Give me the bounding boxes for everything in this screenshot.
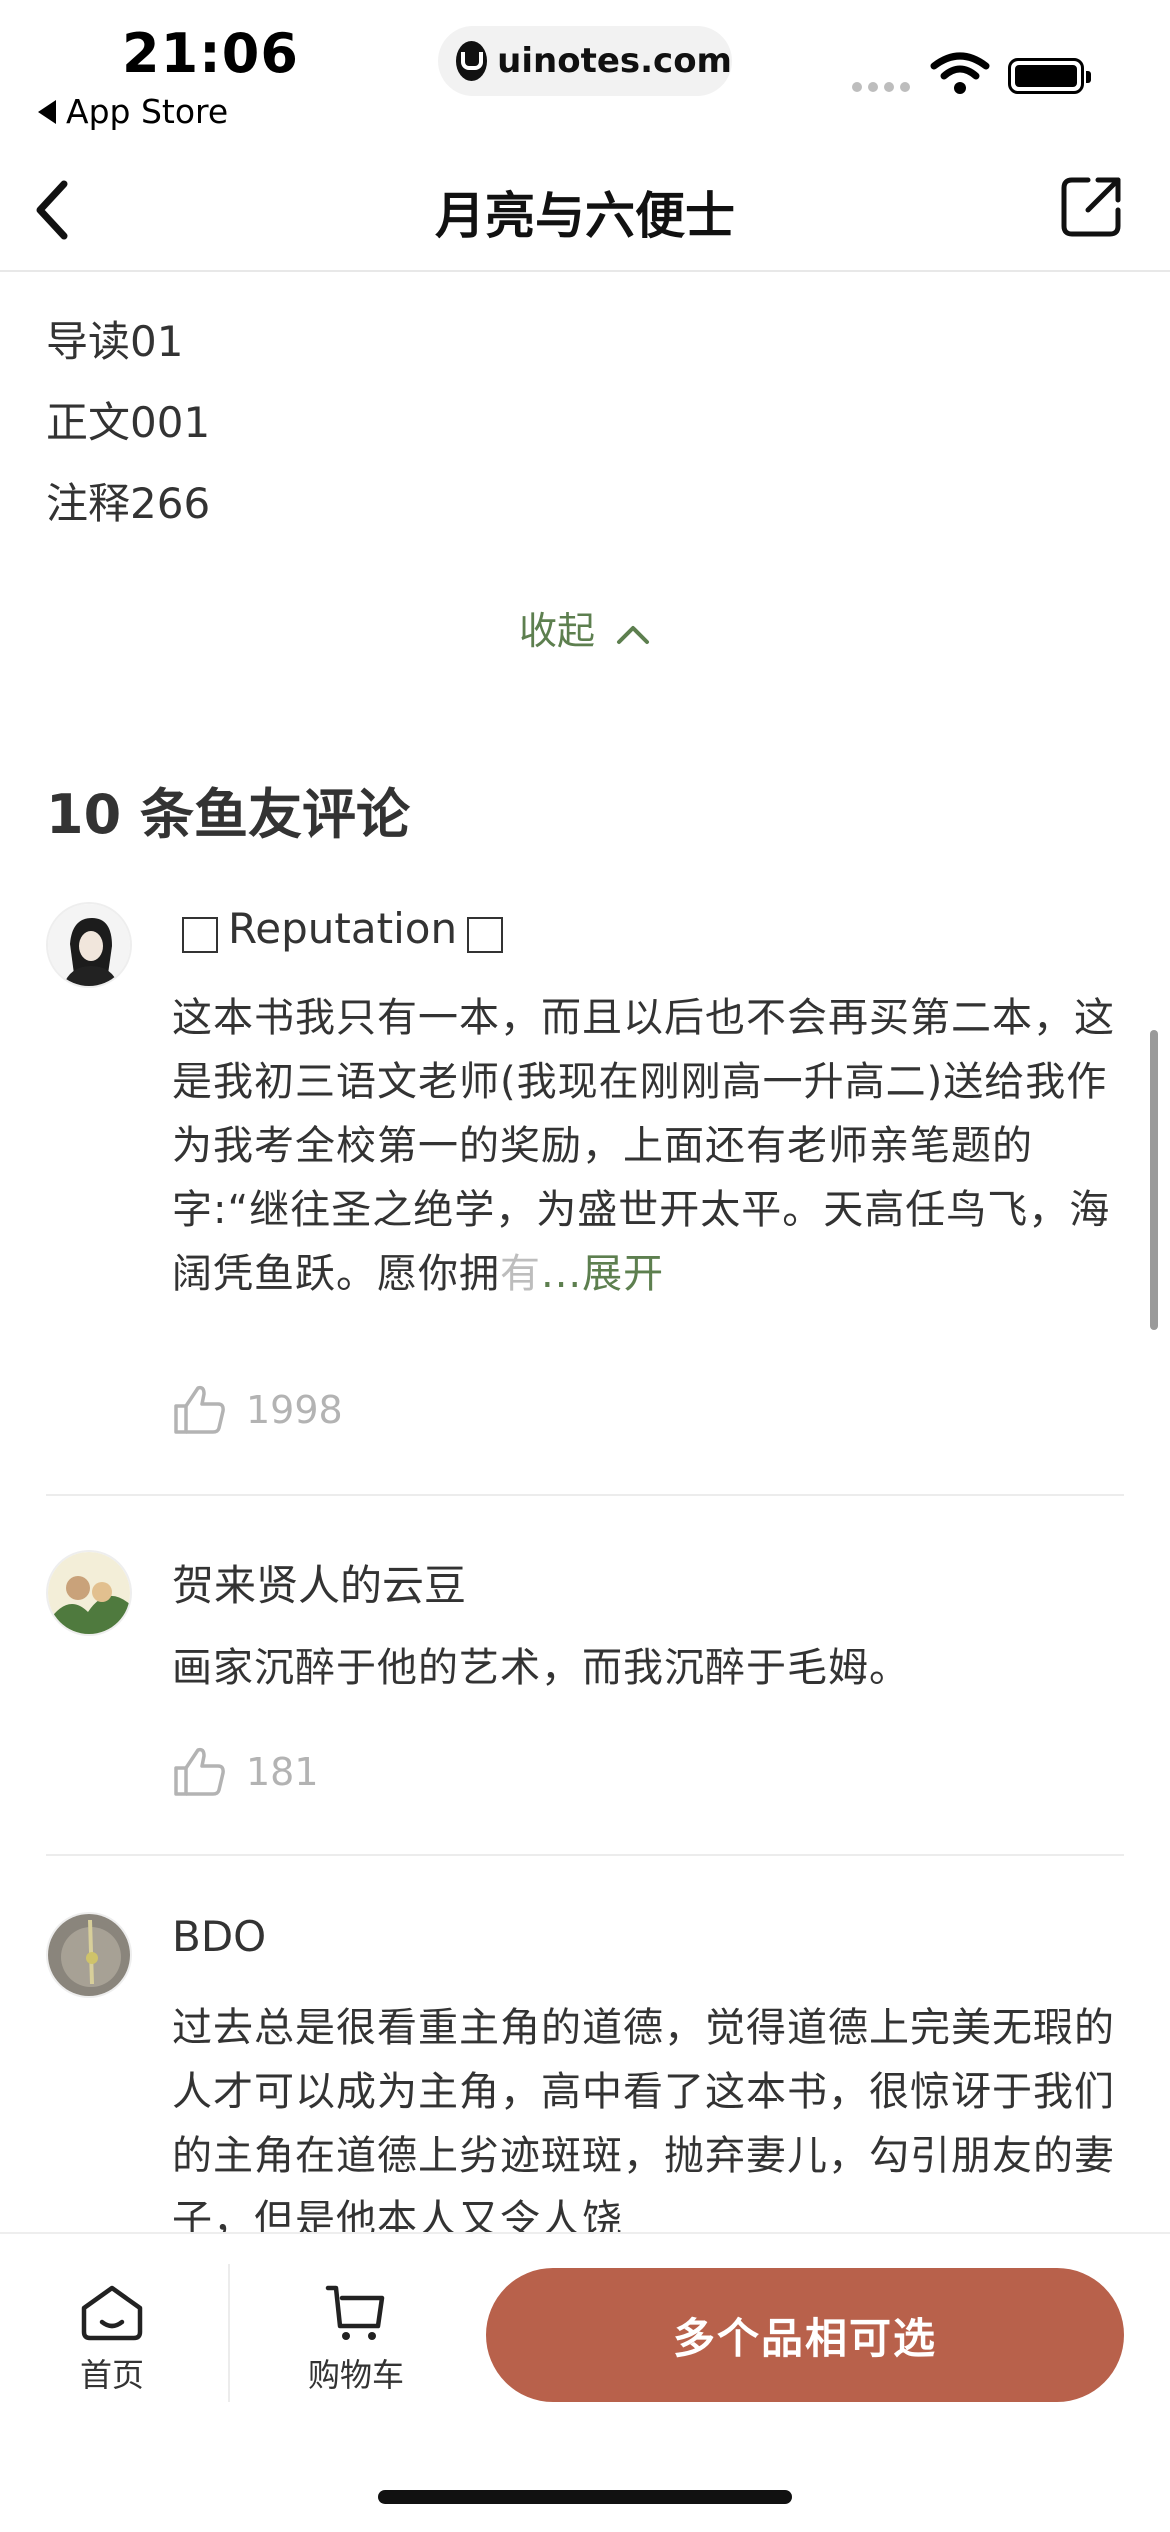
toc-item[interactable]: 注释266	[46, 474, 210, 555]
home-indicator	[378, 2490, 792, 2504]
cart-icon	[325, 2285, 385, 2340]
back-app-label: App Store	[66, 92, 229, 131]
avatar[interactable]	[46, 902, 132, 988]
url-text: uinotes.com	[497, 41, 732, 81]
emoji-placeholder-icon	[182, 917, 218, 953]
url-pill[interactable]: uinotes.com	[438, 26, 732, 96]
comment-item: BDO 过去总是很看重主角的道德，觉得道德上完美无瑕的人才可以成为主角，高中看了…	[0, 1910, 1170, 2232]
cart-tab-label: 购物车	[307, 2356, 404, 2394]
cart-tab[interactable]: 购物车	[296, 2282, 416, 2396]
toc-item[interactable]: 正文001	[46, 393, 210, 474]
status-bar: 21:06 App Store uinotes.com	[0, 0, 1170, 150]
home-tab[interactable]: 首页	[52, 2282, 172, 2396]
comment-username[interactable]: Reputation	[172, 904, 513, 953]
comment-text: 过去总是很看重主角的道德，觉得道德上完美无瑕的人才可以成为主角，高中看了这本书，…	[172, 2005, 1115, 2232]
avatar[interactable]	[46, 1550, 132, 1636]
thumb-up-icon	[174, 1747, 225, 1796]
like-count: 1998	[246, 1388, 343, 1432]
toc-item[interactable]: 导读01	[46, 312, 210, 393]
nav-bar: 月亮与六便士	[0, 150, 1170, 272]
divider	[46, 1854, 1124, 1856]
collapse-label: 收起	[518, 609, 595, 653]
toc-list: 导读01 正文001 注释266	[46, 312, 210, 555]
comment-username[interactable]: 贺来贤人的云豆	[172, 1552, 466, 1613]
comments-section-title: 10 条鱼友评论	[46, 783, 410, 846]
share-icon[interactable]	[1058, 174, 1124, 240]
signal-icon	[852, 82, 910, 92]
expand-link[interactable]: ...展开	[541, 1251, 664, 1297]
status-time: 21:06	[122, 22, 299, 85]
back-to-app-link[interactable]: App Store	[38, 92, 228, 131]
home-tab-label: 首页	[79, 2356, 144, 2394]
back-triangle-icon	[38, 99, 56, 124]
bottom-action-bar: 首页 购物车 多个品相可选	[0, 2232, 1170, 2532]
avatar[interactable]	[46, 1912, 132, 1998]
divider	[228, 2264, 230, 2402]
home-icon	[81, 2285, 143, 2341]
site-logo-icon	[456, 41, 488, 81]
like-button[interactable]: 181	[172, 1746, 319, 1798]
divider	[46, 1494, 1124, 1496]
comment-text: 画家沉醉于他的艺术，而我沉醉于毛姆。	[172, 1645, 910, 1691]
collapse-button[interactable]: 收起	[0, 600, 1170, 655]
comment-username[interactable]: BDO	[172, 1912, 266, 1961]
like-button[interactable]: 1998	[172, 1384, 343, 1436]
comment-text: 这本书我只有一本，而且以后也不会再买第二本，这是我初三语文老师(我现在刚刚高一升…	[172, 995, 1115, 1297]
emoji-placeholder-icon	[467, 917, 504, 953]
battery-icon	[1008, 58, 1091, 94]
wifi-icon	[930, 52, 990, 94]
select-edition-button[interactable]: 多个品相可选	[486, 2268, 1124, 2402]
scrollbar[interactable]	[1150, 1030, 1158, 1330]
page-title: 月亮与六便士	[435, 187, 735, 245]
chevron-up-icon	[617, 625, 650, 644]
like-count: 181	[246, 1750, 319, 1794]
thumb-up-icon	[174, 1385, 225, 1434]
